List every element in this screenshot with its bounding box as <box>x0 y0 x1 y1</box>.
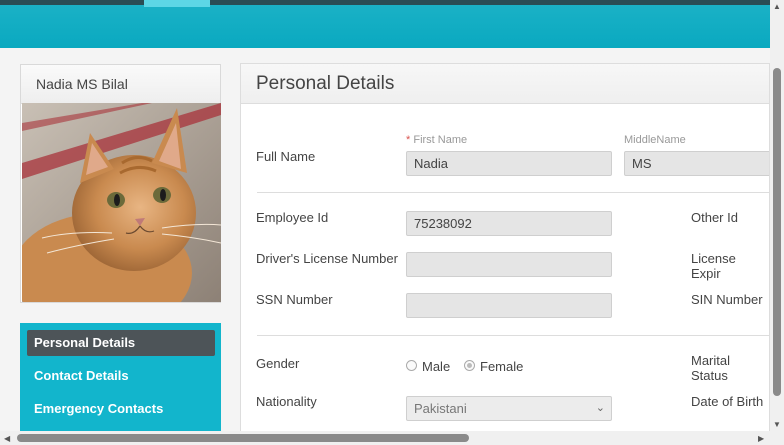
profile-name: Nadia MS Bilal <box>21 65 220 104</box>
middle-name-label: MiddleName <box>624 134 686 146</box>
nationality-value: Pakistani <box>414 401 467 416</box>
ssn-field[interactable] <box>406 293 612 318</box>
sin-label: SIN Number <box>691 292 763 307</box>
scroll-left-icon[interactable]: ◀ <box>4 434 10 443</box>
middle-name-field[interactable] <box>624 151 769 176</box>
nationality-label: Nationality <box>256 394 317 409</box>
gender-male-label[interactable]: Male <box>422 359 450 374</box>
scroll-right-icon[interactable]: ▶ <box>758 434 764 443</box>
nav-item-contact-details[interactable]: Contact Details <box>27 363 215 389</box>
scroll-up-icon[interactable]: ▲ <box>773 2 781 11</box>
gender-label: Gender <box>256 356 300 371</box>
scroll-down-icon[interactable]: ▼ <box>773 420 781 429</box>
gender-female-label[interactable]: Female <box>480 359 523 374</box>
drivers-license-label: Driver's License Number <box>256 251 398 266</box>
vertical-scroll-thumb[interactable] <box>773 68 781 396</box>
first-name-label-text: First Name <box>413 134 468 146</box>
chevron-down-icon: ⌄ <box>595 402 605 414</box>
nationality-select[interactable]: Pakistani ⌄ <box>406 396 612 421</box>
divider <box>257 335 769 336</box>
horizontal-scroll-thumb[interactable] <box>17 434 469 442</box>
personal-details-panel: Personal Details Full Name * First Name … <box>240 63 770 433</box>
vertical-scrollbar[interactable]: ▲ ▼ <box>770 0 784 431</box>
panel-title: Personal Details <box>241 64 769 104</box>
horizontal-scrollbar[interactable]: ◀ ▶ <box>0 431 784 445</box>
side-nav: Personal Details Contact Details Emergen… <box>20 323 221 433</box>
employee-id-label: Employee Id <box>256 210 329 225</box>
required-mark: * <box>406 134 411 146</box>
gender-female-radio[interactable] <box>464 360 475 371</box>
nav-item-personal-details[interactable]: Personal Details <box>27 330 215 356</box>
divider <box>257 192 769 193</box>
active-tab-indicator <box>144 0 210 7</box>
first-name-label: * First Name <box>406 134 467 146</box>
ssn-label: SSN Number <box>256 292 333 307</box>
drivers-license-field[interactable] <box>406 252 612 277</box>
date-of-birth-label: Date of Birth <box>691 394 764 409</box>
employee-id-field[interactable] <box>406 211 612 236</box>
license-expiry-label: License Expir <box>691 251 736 281</box>
profile-card: Nadia MS Bilal <box>20 64 221 303</box>
full-name-label: Full Name <box>256 149 316 164</box>
first-name-field[interactable] <box>406 151 612 176</box>
marital-status-label: Marital Status <box>691 353 731 383</box>
nav-item-emergency-contacts[interactable]: Emergency Contacts <box>27 396 215 422</box>
gender-male-radio[interactable] <box>406 360 417 371</box>
other-id-label: Other Id <box>691 210 738 225</box>
profile-photo[interactable] <box>22 103 221 302</box>
top-banner <box>0 0 770 48</box>
